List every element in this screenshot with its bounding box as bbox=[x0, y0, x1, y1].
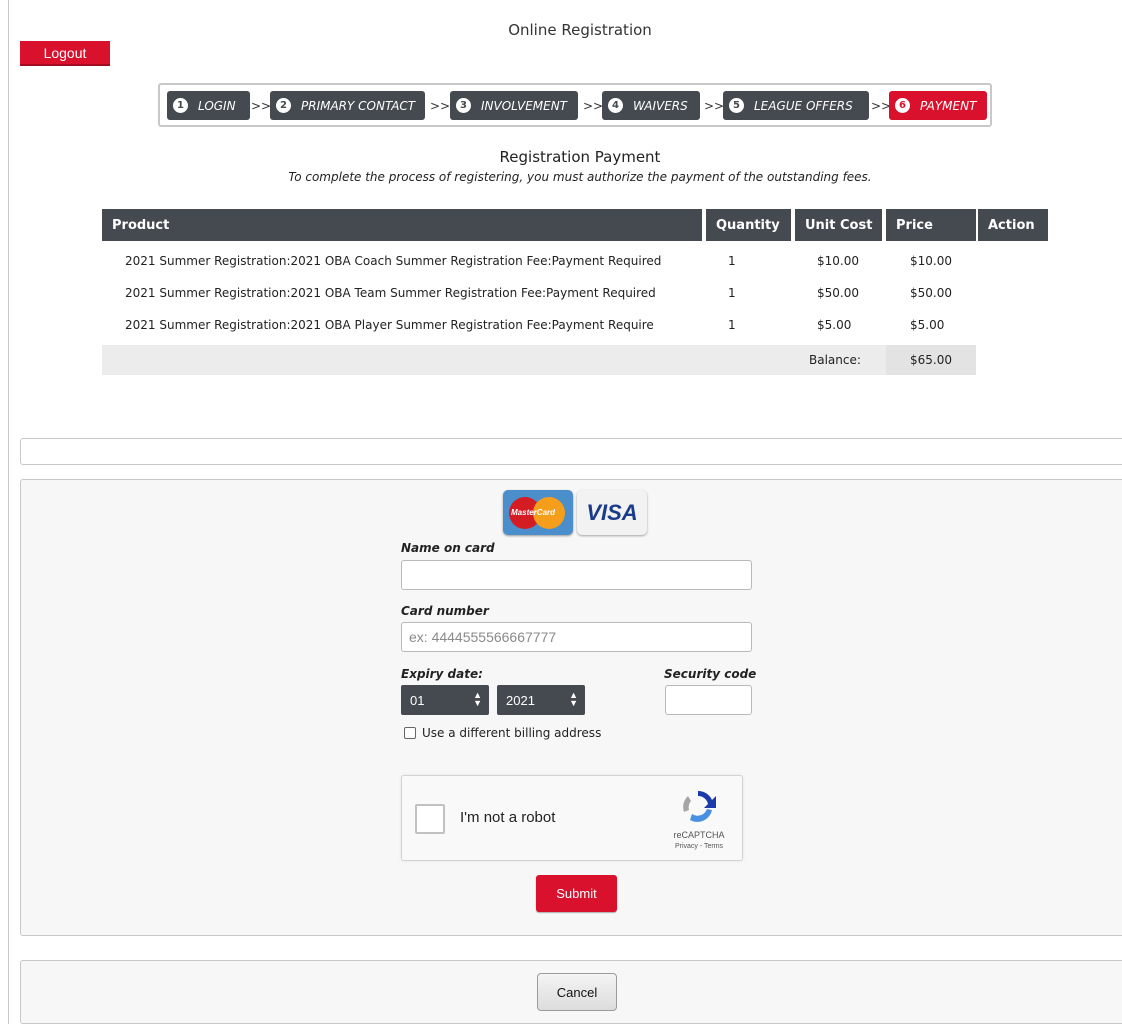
visa-icon: VISA bbox=[577, 490, 647, 535]
table-header: Product Quantity Unit Cost Price Action bbox=[102, 209, 1048, 241]
expiry-month-value: 01 bbox=[410, 692, 425, 708]
quantity-cell: 1 bbox=[728, 286, 736, 300]
step-separator: >> bbox=[251, 99, 272, 113]
step-primary-contact[interactable]: 2 PRIMARY CONTACT bbox=[270, 91, 425, 120]
unit-cost-cell: $5.00 bbox=[817, 318, 852, 332]
step-separator: >> bbox=[583, 99, 604, 113]
select-arrows-icon: ▲ ▼ bbox=[569, 690, 578, 708]
price-cell: $50.00 bbox=[910, 286, 952, 300]
step-number-icon: 3 bbox=[456, 98, 471, 113]
submit-button[interactable]: Submit bbox=[536, 875, 617, 912]
billing-address-option[interactable]: Use a different billing address bbox=[404, 726, 601, 740]
step-label: LEAGUE OFFERS bbox=[754, 98, 853, 113]
balance-label: Balance: bbox=[809, 353, 861, 367]
step-number-icon: 2 bbox=[276, 98, 291, 113]
step-label: PRIMARY CONTACT bbox=[301, 98, 416, 113]
payment-title: Registration Payment bbox=[499, 148, 661, 166]
step-number-icon: 5 bbox=[729, 98, 744, 113]
fees-table: Product Quantity Unit Cost Price Action … bbox=[102, 209, 1048, 375]
step-involvement[interactable]: 3 INVOLVEMENT bbox=[450, 91, 578, 120]
expiry-date-label: Expiry date: bbox=[401, 667, 483, 681]
recaptcha-brand: reCAPTCHA bbox=[673, 830, 725, 840]
column-product: Product bbox=[102, 209, 702, 241]
step-separator: >> bbox=[430, 99, 451, 113]
step-label: WAIVERS bbox=[633, 98, 688, 113]
step-label: INVOLVEMENT bbox=[481, 98, 568, 113]
cancel-button[interactable]: Cancel bbox=[537, 973, 617, 1011]
column-price: Price bbox=[886, 209, 976, 241]
security-code-label: Security code bbox=[664, 667, 757, 681]
logout-button[interactable]: Logout bbox=[20, 41, 110, 66]
card-number-input[interactable] bbox=[401, 622, 752, 652]
empty-panel bbox=[20, 438, 1122, 465]
expiry-year-value: 2021 bbox=[506, 692, 535, 708]
quantity-cell: 1 bbox=[728, 254, 736, 268]
step-payment[interactable]: 6 PAYMENT bbox=[889, 91, 987, 120]
billing-label: Use a different billing address bbox=[422, 726, 602, 740]
column-action: Action bbox=[978, 209, 1048, 241]
select-arrows-icon: ▲ ▼ bbox=[473, 690, 482, 708]
registration-steps: 1 LOGIN >> 2 PRIMARY CONTACT >> 3 INVOLV… bbox=[158, 83, 992, 127]
card-number-label: Card number bbox=[401, 604, 489, 618]
step-label: LOGIN bbox=[198, 98, 236, 113]
recaptcha-text: I'm not a robot bbox=[460, 809, 556, 826]
price-cell: $5.00 bbox=[910, 318, 945, 332]
name-on-card-label: Name on card bbox=[401, 541, 495, 555]
column-quantity: Quantity bbox=[706, 209, 791, 241]
billing-checkbox[interactable] bbox=[404, 727, 416, 739]
unit-cost-cell: $10.00 bbox=[817, 254, 859, 268]
security-code-input[interactable] bbox=[665, 685, 752, 715]
step-number-icon: 1 bbox=[173, 98, 188, 113]
page-title: Online Registration bbox=[508, 21, 652, 39]
step-number-icon: 4 bbox=[608, 98, 623, 113]
price-cell: $10.00 bbox=[910, 254, 952, 268]
product-cell: 2021 Summer Registration:2021 OBA Coach … bbox=[125, 254, 662, 268]
product-cell: 2021 Summer Registration:2021 OBA Team S… bbox=[125, 286, 656, 300]
payment-subtitle: To complete the process of registering, … bbox=[288, 170, 872, 184]
recaptcha-icon bbox=[683, 790, 716, 822]
recaptcha-checkbox[interactable] bbox=[415, 804, 445, 834]
step-label: PAYMENT bbox=[920, 98, 977, 113]
step-number-icon: 6 bbox=[895, 98, 910, 113]
unit-cost-cell: $50.00 bbox=[817, 286, 859, 300]
step-login[interactable]: 1 LOGIN bbox=[167, 91, 250, 120]
step-waivers[interactable]: 4 WAIVERS bbox=[602, 91, 700, 120]
balance-value: $65.00 bbox=[910, 353, 952, 367]
quantity-cell: 1 bbox=[728, 318, 736, 332]
expiry-month-select[interactable]: 01 ▲ ▼ bbox=[401, 685, 489, 715]
step-league-offers[interactable]: 5 LEAGUE OFFERS bbox=[723, 91, 869, 120]
column-unit-cost: Unit Cost bbox=[795, 209, 882, 241]
step-separator: >> bbox=[704, 99, 725, 113]
recaptcha-links[interactable]: Privacy - Terms bbox=[664, 843, 734, 850]
expiry-year-select[interactable]: 2021 ▲ ▼ bbox=[497, 685, 585, 715]
mastercard-icon: MasterCard bbox=[503, 490, 573, 535]
name-on-card-input[interactable] bbox=[401, 560, 752, 590]
recaptcha-widget: I'm not a robot reCAPTCHA Privacy - Term… bbox=[401, 775, 743, 861]
product-cell: 2021 Summer Registration:2021 OBA Player… bbox=[125, 318, 654, 332]
